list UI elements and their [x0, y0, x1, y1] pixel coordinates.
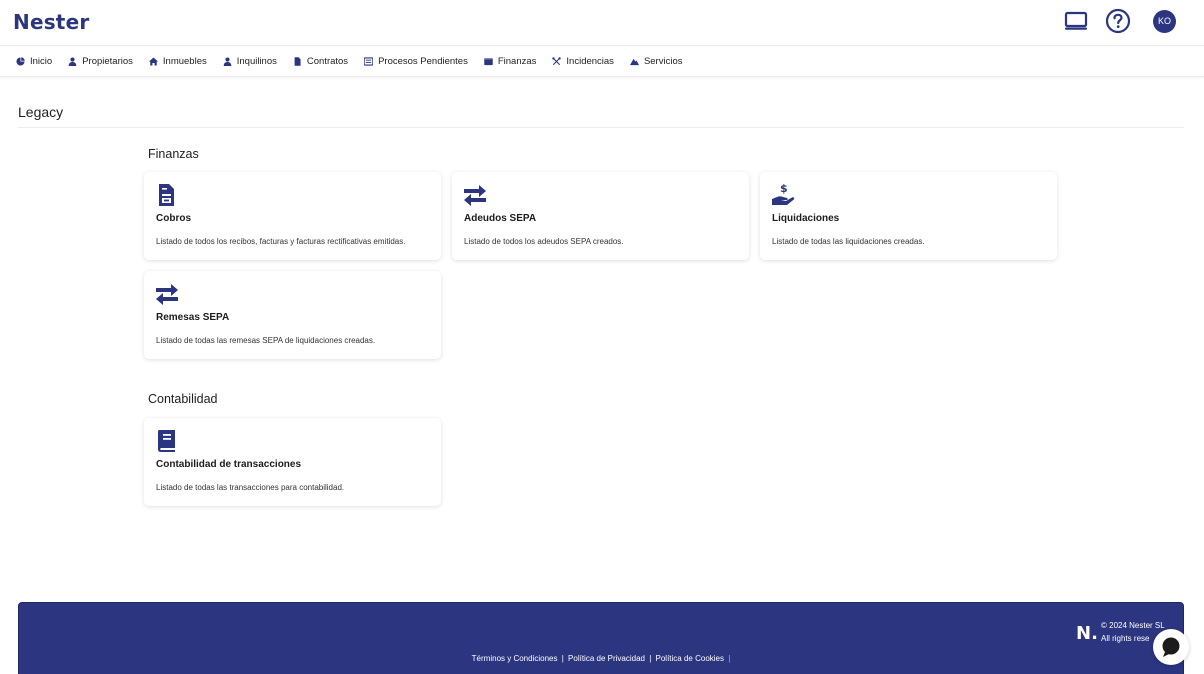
- card-description: Listado de todas las liquidaciones cread…: [772, 237, 925, 246]
- nav-item-label: Finanzas: [497, 56, 537, 67]
- book-icon: [155, 429, 179, 453]
- invoice-icon: [155, 183, 179, 207]
- terms-link[interactable]: Términos y Condiciones: [472, 654, 558, 663]
- card-description: Listado de todos los adeudos SEPA creado…: [464, 237, 624, 246]
- transfer-icon: [463, 183, 487, 207]
- nav-item-propietarios[interactable]: Propietarios: [68, 56, 133, 67]
- chat-icon: [1162, 637, 1180, 657]
- divider: [18, 127, 1184, 128]
- top-header: Nester KO: [0, 0, 1204, 46]
- tools-icon: [552, 57, 562, 66]
- file-icon: [294, 57, 301, 66]
- footer-links: Términos y Condiciones | Política de Pri…: [19, 654, 1185, 663]
- avatar[interactable]: KO: [1153, 9, 1176, 33]
- card-description: Listado de todas las remesas SEPA de liq…: [156, 336, 376, 345]
- privacy-link[interactable]: Política de Privacidad: [568, 654, 645, 663]
- card-adeudos-sepa[interactable]: Adeudos SEPA Listado de todos los adeudo…: [452, 172, 749, 260]
- link-separator: |: [561, 654, 564, 663]
- section-title-contabilidad: Contabilidad: [148, 392, 218, 406]
- transfer-icon: [155, 282, 179, 306]
- nav-item-label: Contratos: [306, 56, 349, 67]
- cookies-link[interactable]: Política de Cookies: [656, 654, 724, 663]
- hand-dollar-icon: $: [771, 182, 795, 207]
- footer: N. © 2024 Nester SL All rights rese Térm…: [18, 602, 1184, 674]
- list-icon: [364, 57, 374, 66]
- nav-item-label: Incidencias: [566, 56, 614, 67]
- card-remesas-sepa[interactable]: Remesas SEPA Listado de todas las remesa…: [144, 271, 441, 359]
- card-liquidaciones[interactable]: $ Liquidaciones Listado de todas las liq…: [760, 172, 1057, 260]
- nav-item-contratos[interactable]: Contratos: [293, 56, 348, 67]
- help-icon[interactable]: [1105, 8, 1131, 34]
- card-contabilidad-transacciones[interactable]: Contabilidad de transacciones Listado de…: [144, 418, 441, 506]
- nav-item-label: Inquilinos: [236, 56, 277, 67]
- nav-item-label: Procesos Pendientes: [378, 56, 468, 67]
- mountain-icon: [629, 58, 639, 66]
- svg-text:$: $: [780, 183, 788, 195]
- main-nav: Inicio Propietarios Inmuebles Inquilinos…: [0, 47, 1204, 77]
- nav-item-label: Servicios: [643, 56, 683, 67]
- user-icon: [223, 57, 232, 66]
- nav-item-servicios[interactable]: Servicios: [629, 56, 683, 67]
- nav-item-label: Propietarios: [82, 56, 133, 67]
- card-title: Remesas SEPA: [156, 312, 230, 323]
- nav-item-label: Inicio: [30, 56, 53, 67]
- nav-item-inquilinos[interactable]: Inquilinos: [223, 56, 277, 67]
- wallet-icon: [484, 58, 493, 66]
- nav-item-label: Inmuebles: [162, 56, 207, 67]
- nav-item-incidencias[interactable]: Incidencias: [552, 56, 614, 67]
- link-separator: |: [649, 654, 652, 663]
- home-icon: [148, 57, 158, 66]
- link-separator: |: [728, 654, 731, 663]
- card-title: Liquidaciones: [772, 213, 840, 224]
- card-title: Adeudos SEPA: [464, 213, 537, 224]
- nav-item-inicio[interactable]: Inicio: [16, 56, 52, 67]
- nav-item-finanzas[interactable]: Finanzas: [484, 56, 537, 67]
- chat-button[interactable]: [1153, 629, 1189, 665]
- monitor-icon[interactable]: [1063, 8, 1089, 34]
- user-icon: [68, 57, 77, 66]
- card-cobros[interactable]: Cobros Listado de todos los recibos, fac…: [144, 172, 441, 260]
- page-title: Legacy: [18, 104, 64, 120]
- header-actions: KO: [1063, 8, 1176, 34]
- card-title: Cobros: [156, 213, 191, 224]
- section-title-finanzas: Finanzas: [148, 147, 199, 161]
- card-description: Listado de todas las transacciones para …: [156, 483, 345, 492]
- app-logo[interactable]: Nester: [13, 10, 89, 34]
- nav-item-procesos-pendientes[interactable]: Procesos Pendientes: [364, 56, 468, 67]
- footer-logo: N.: [1076, 623, 1098, 644]
- card-description: Listado de todos los recibos, facturas y…: [156, 237, 406, 246]
- nav-item-inmuebles[interactable]: Inmuebles: [148, 56, 207, 67]
- card-title: Contabilidad de transacciones: [156, 459, 302, 470]
- chart-pie-icon: [16, 57, 25, 66]
